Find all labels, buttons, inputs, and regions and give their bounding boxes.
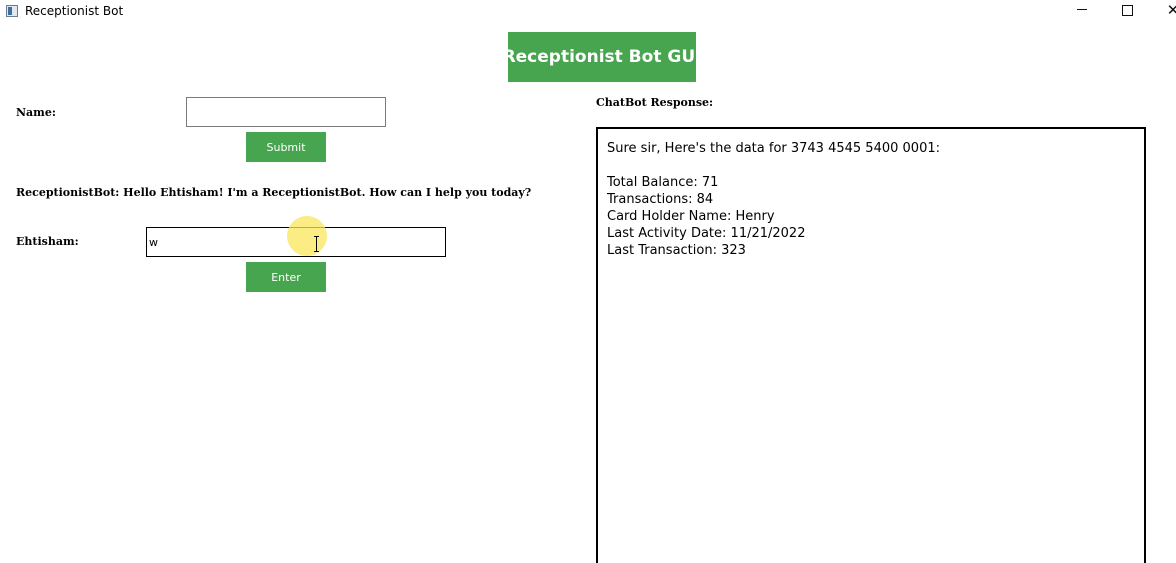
app-window: Receptionist Bot ✕ Receptionist Bot GUI … xyxy=(0,0,1176,563)
page-title: Receptionist Bot GUI xyxy=(503,32,701,82)
maximize-icon xyxy=(1121,5,1133,16)
response-line: Sure sir, Here's the data for 3743 4545 … xyxy=(607,141,940,156)
cursor-highlight xyxy=(287,216,327,256)
app-window-icon xyxy=(6,5,18,17)
response-line: Last Transaction: 323 xyxy=(607,243,746,258)
minimize-button[interactable] xyxy=(1059,0,1105,24)
response-line: Transactions: 84 xyxy=(607,192,714,207)
enter-button[interactable]: Enter xyxy=(246,262,326,292)
response-line: Card Holder Name: Henry xyxy=(607,209,775,224)
text-cursor-icon xyxy=(314,236,320,252)
response-label: ChatBot Response: xyxy=(596,96,714,109)
name-label: Name: xyxy=(16,106,56,119)
response-text: Sure sir, Here's the data for 3743 4545 … xyxy=(607,140,940,259)
response-text-area[interactable]: Sure sir, Here's the data for 3743 4545 … xyxy=(596,127,1146,563)
minimize-icon xyxy=(1077,8,1087,10)
maximize-button[interactable] xyxy=(1104,0,1150,24)
response-line: Total Balance: 71 xyxy=(607,175,719,190)
response-line: Last Activity Date: 11/21/2022 xyxy=(607,226,806,241)
user-label: Ehtisham: xyxy=(16,235,79,248)
response-line xyxy=(607,157,940,174)
name-input[interactable] xyxy=(186,97,386,127)
close-button[interactable]: ✕ xyxy=(1150,0,1176,24)
submit-button[interactable]: Submit xyxy=(246,132,326,162)
window-title: Receptionist Bot xyxy=(25,4,124,18)
title-bar[interactable]: Receptionist Bot ✕ xyxy=(0,0,1176,24)
close-icon: ✕ xyxy=(1166,1,1176,19)
bot-greeting: ReceptionistBot: Hello Ehtisham! I'm a R… xyxy=(16,186,532,199)
